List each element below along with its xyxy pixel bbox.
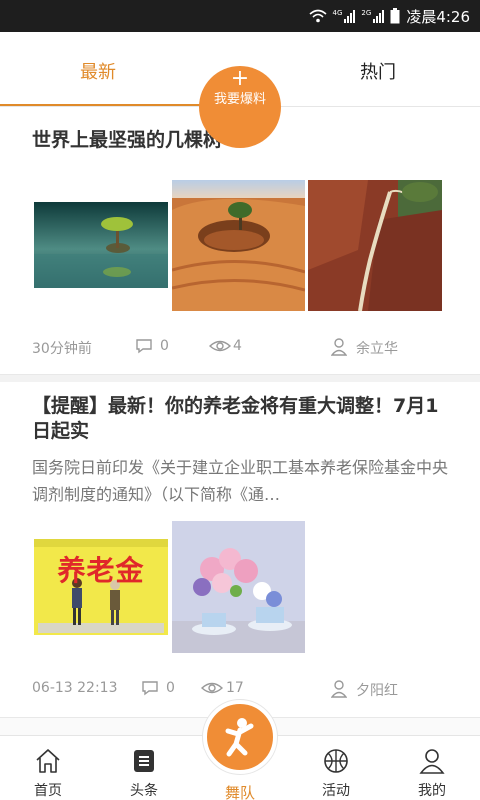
comment-count: 0: [160, 338, 169, 354]
pension-image-text: 养老金: [57, 554, 145, 587]
nav-home[interactable]: 首页: [8, 736, 88, 800]
eye-icon: [201, 682, 223, 694]
article-meta: 30分钟前 0 4 余立华: [0, 336, 480, 358]
clock: 凌晨4:26: [406, 7, 470, 26]
nav-label: 头条: [130, 783, 158, 799]
eye-icon: [209, 340, 231, 352]
nav-mine[interactable]: 我的: [392, 736, 472, 800]
author-name[interactable]: 余立华: [356, 338, 398, 358]
basketball-icon: [324, 749, 348, 773]
article-summary: 国务院日前印发《关于建立企业职工基本养老保险基金中央调剂制度的通知》（以下简称《…: [32, 458, 449, 504]
view-count: 4: [233, 338, 242, 354]
comment-count: 0: [166, 680, 175, 696]
nav-activity[interactable]: 活动: [296, 736, 376, 800]
headline-icon: [134, 750, 154, 772]
user-icon: [419, 749, 445, 774]
nav-headlines[interactable]: 头条: [104, 736, 184, 800]
nav-label: 首页: [34, 783, 62, 799]
article-meta: 06-13 22:13 0 17 夕阳红: [0, 678, 480, 700]
article-thumbnail[interactable]: [172, 180, 305, 311]
battery-icon: [390, 8, 400, 24]
article-thumbnail[interactable]: [34, 202, 168, 288]
article-thumbnail[interactable]: 养老金: [34, 539, 168, 635]
article-thumbnail[interactable]: [308, 180, 442, 311]
publish-time: 06-13 22:13: [32, 680, 118, 696]
tab-latest[interactable]: 最新: [80, 58, 116, 84]
author-name[interactable]: 夕阳红: [356, 680, 398, 700]
signal-icon: 4G: [333, 9, 356, 23]
user-icon: [331, 680, 347, 698]
divider: [0, 374, 480, 382]
nav-label: 活动: [322, 783, 350, 799]
article-card[interactable]: 【提醒】最新！你的养老金将有重大调整！7月1日起实 国务院日前印发《关于建立企业…: [0, 382, 480, 717]
comment-icon: [142, 681, 158, 696]
publish-time: 30分钟前: [32, 341, 92, 357]
home-icon: [36, 749, 60, 773]
view-count: 17: [226, 680, 244, 696]
status-bar: 4G 2G 凌晨4:26: [0, 0, 480, 32]
article-title[interactable]: 【提醒】最新！你的养老金将有重大调整！7月1日起实: [32, 394, 452, 444]
comment-icon: [136, 339, 152, 354]
nav-dance-team[interactable]: [203, 700, 277, 774]
signal-icon-2: 2G: [361, 9, 385, 23]
report-news-label: 我要爆料: [213, 92, 266, 107]
user-icon: [331, 338, 347, 356]
report-news-button[interactable]: + 我要爆料: [199, 66, 281, 148]
tab-hot[interactable]: 热门: [360, 58, 396, 84]
dancer-icon: [225, 718, 254, 757]
nav-label: 舞队: [224, 784, 255, 800]
wifi-icon: [309, 9, 327, 23]
article-thumbnail[interactable]: [172, 521, 305, 653]
top-tabs: 最新 热门 + 我要爆料: [0, 32, 480, 148]
nav-label: 我的: [418, 783, 446, 799]
